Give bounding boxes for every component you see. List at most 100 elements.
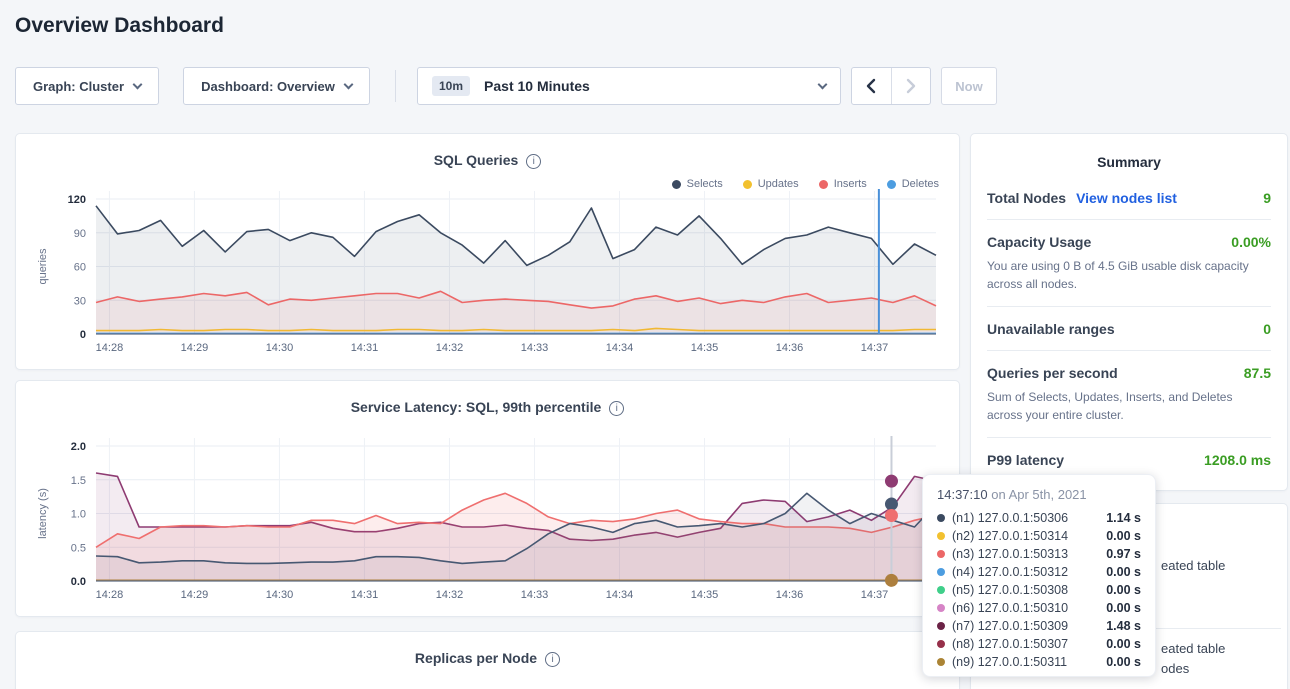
tooltip-node-address: (n6) 127.0.0.1:50310 (952, 601, 1068, 615)
tooltip-node-row: (n1) 127.0.0.1:50306 1.14 s (937, 509, 1141, 527)
info-icon[interactable]: i (526, 154, 541, 169)
tooltip-node-value: 1.14 s (1106, 511, 1141, 525)
summary-row-label: Total Nodes (987, 190, 1066, 206)
series-color-dot-icon (937, 568, 945, 576)
event-text-fragment: eated table (1161, 558, 1225, 573)
summary-row-description: Sum of Selects, Updates, Inserts, and De… (987, 388, 1271, 424)
time-range-label: Past 10 Minutes (484, 78, 809, 94)
time-range-picker[interactable]: 10m Past 10 Minutes (417, 67, 841, 105)
sql-queries-plot[interactable]: 030609012014:2814:2914:3014:3114:3214:33… (16, 186, 961, 366)
event-text-fragment: eated table (1161, 641, 1225, 656)
tooltip-node-row: (n8) 127.0.0.1:503070.00 s (937, 635, 1141, 653)
svg-text:1.0: 1.0 (71, 509, 86, 521)
svg-text:90: 90 (74, 228, 86, 240)
view-nodes-list-link[interactable]: View nodes list (1076, 190, 1177, 206)
svg-text:14:35: 14:35 (691, 589, 719, 601)
tooltip-node-row: (n6) 127.0.0.1:50310 0.00 s (937, 599, 1141, 617)
service-latency-plot[interactable]: 0.00.51.01.52.014:2814:2914:3014:3114:32… (16, 433, 961, 613)
summary-row: Unavailable ranges 0 (987, 307, 1271, 351)
tooltip-node-value: 0.00 s (1106, 601, 1141, 615)
svg-text:14:32: 14:32 (436, 342, 464, 354)
svg-text:14:34: 14:34 (606, 342, 634, 354)
now-button[interactable]: Now (941, 67, 997, 105)
svg-text:14:31: 14:31 (351, 589, 379, 601)
service-latency-title: Service Latency: SQL, 99th percentilei (16, 381, 959, 416)
tooltip-node-row: (n5) 127.0.0.1:503080.00 s (937, 581, 1141, 599)
time-next-button[interactable] (891, 68, 930, 104)
tooltip-node-address: (n1) 127.0.0.1:50306 (952, 511, 1068, 525)
summary-row-description: You are using 0 B of 4.5 GiB usable disk… (987, 257, 1271, 293)
latency-hover-tooltip: 14:37:10 on Apr 5th, 2021 (n1) 127.0.0.1… (922, 474, 1156, 677)
tooltip-node-value: 0.00 s (1106, 583, 1141, 597)
chevron-down-icon (343, 79, 353, 89)
summary-row-value: 9 (1263, 190, 1271, 206)
summary-row: Total Nodes View nodes list 9 (987, 176, 1271, 220)
svg-text:14:30: 14:30 (266, 589, 294, 601)
tooltip-node-value: 0.00 s (1106, 529, 1141, 543)
summary-row-label: P99 latency (987, 452, 1064, 468)
chevron-down-icon (818, 79, 828, 89)
series-color-dot-icon (937, 622, 945, 630)
series-color-dot-icon (937, 514, 945, 522)
chevron-right-icon (904, 77, 918, 95)
tooltip-node-value: 0.00 s (1106, 565, 1141, 579)
svg-text:14:28: 14:28 (96, 342, 124, 354)
svg-text:14:32: 14:32 (436, 589, 464, 601)
series-color-dot-icon (937, 640, 945, 648)
latency-tooltip-rows: (n1) 127.0.0.1:50306 1.14 s (n2) 127.0.0.1… (937, 509, 1141, 671)
tooltip-node-address: (n2) 127.0.0.1:50314 (952, 529, 1068, 543)
tooltip-node-row: (n7) 127.0.0.1:50309 1.48 s (937, 617, 1141, 635)
tooltip-node-row: (n9) 127.0.0.1:503110.00 s (937, 653, 1141, 671)
summary-row-label: Queries per second (987, 365, 1118, 381)
info-icon[interactable]: i (609, 401, 624, 416)
summary-row-label: Unavailable ranges (987, 321, 1115, 337)
chevron-left-icon (864, 77, 878, 95)
time-range-badge: 10m (432, 76, 470, 96)
time-nav-group (851, 67, 931, 105)
tooltip-node-value: 0.00 s (1106, 655, 1141, 669)
summary-rows: Total Nodes View nodes list 9 Capacity Usag… (987, 176, 1271, 481)
svg-text:1.5: 1.5 (71, 475, 86, 487)
graph-dropdown-label: Graph: Cluster (33, 79, 124, 94)
dashboard-dropdown-label: Dashboard: Overview (201, 79, 335, 94)
time-prev-button[interactable] (852, 68, 891, 104)
svg-text:14:36: 14:36 (776, 589, 804, 601)
sql-queries-title: SQL Queriesi (16, 134, 959, 169)
info-icon[interactable]: i (545, 652, 560, 667)
chevron-down-icon (133, 79, 143, 89)
svg-text:14:34: 14:34 (606, 589, 634, 601)
summary-row-value: 0 (1263, 321, 1271, 337)
svg-text:queries: queries (37, 248, 49, 285)
svg-text:14:31: 14:31 (351, 342, 379, 354)
svg-text:14:36: 14:36 (776, 342, 804, 354)
svg-text:120: 120 (68, 194, 86, 206)
overview-dashboard-page: Overview Dashboard Graph: Cluster Dashbo… (0, 0, 1290, 689)
series-color-dot-icon (937, 604, 945, 612)
summary-row-value: 0.00% (1231, 234, 1271, 250)
series-color-dot-icon (937, 658, 945, 666)
svg-text:14:37: 14:37 (861, 589, 889, 601)
svg-text:14:29: 14:29 (181, 342, 209, 354)
svg-text:30: 30 (74, 295, 86, 307)
replicas-per-node-title: Replicas per Nodei (16, 632, 959, 667)
summary-row: Queries per second 87.5 Sum of Selects, Up… (987, 351, 1271, 438)
svg-text:14:35: 14:35 (691, 342, 719, 354)
svg-text:14:29: 14:29 (181, 589, 209, 601)
tooltip-node-address: (n4) 127.0.0.1:50312 (952, 565, 1068, 579)
summary-row-value: 87.5 (1244, 365, 1271, 381)
tooltip-node-value: 1.48 s (1106, 619, 1141, 633)
replicas-per-node-card: Replicas per Nodei (15, 631, 960, 689)
svg-text:14:28: 14:28 (96, 589, 124, 601)
series-color-dot-icon (937, 586, 945, 594)
svg-text:14:37: 14:37 (861, 342, 889, 354)
svg-text:14:33: 14:33 (521, 342, 549, 354)
dashboard-dropdown[interactable]: Dashboard: Overview (183, 67, 370, 105)
svg-text:latency (s): latency (s) (37, 488, 49, 539)
page-title: Overview Dashboard (15, 14, 224, 38)
summary-row-label: Capacity Usage (987, 234, 1091, 250)
series-color-dot-icon (937, 532, 945, 540)
graph-dropdown[interactable]: Graph: Cluster (15, 67, 159, 105)
svg-text:0.0: 0.0 (71, 576, 86, 588)
tooltip-node-row: (n4) 127.0.0.1:50312 0.00 s (937, 563, 1141, 581)
tooltip-node-address: (n7) 127.0.0.1:50309 (952, 619, 1068, 633)
